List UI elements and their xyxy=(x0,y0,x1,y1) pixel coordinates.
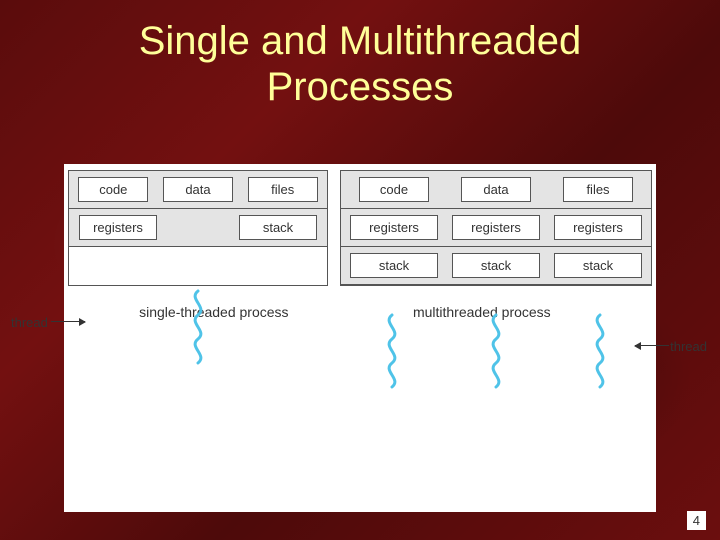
multi-shared-row: code data files xyxy=(341,171,651,209)
multi-registers-3: registers xyxy=(554,215,642,240)
single-thread-area: thread xyxy=(69,247,327,285)
thread-squiggle-icon xyxy=(184,289,212,367)
title-line-1: Single and Multithreaded xyxy=(139,19,582,63)
multi-code-box: code xyxy=(359,177,429,202)
single-code-box: code xyxy=(78,177,148,202)
single-regstack-row: registers stack xyxy=(69,209,327,247)
multi-stack-3: stack xyxy=(554,253,642,278)
thread-squiggle-icon xyxy=(482,313,510,391)
single-thread-label: thread xyxy=(11,315,48,330)
multi-registers-1: registers xyxy=(350,215,438,240)
multi-registers-2: registers xyxy=(452,215,540,240)
diagram-figure: code data files registers stack thread xyxy=(64,164,656,512)
multi-files-box: files xyxy=(563,177,633,202)
panels-row: code data files registers stack thread xyxy=(64,164,656,286)
caption-row: single-threaded process multithreaded pr… xyxy=(64,304,656,320)
multi-registers-row: registers registers registers xyxy=(341,209,651,247)
title-line-2: Processes xyxy=(267,65,454,109)
multi-stacks-row: stack stack stack xyxy=(341,247,651,285)
multi-thread-label: thread xyxy=(670,339,707,354)
single-files-box: files xyxy=(248,177,318,202)
single-stack-box: stack xyxy=(239,215,317,240)
slide-title: Single and Multithreaded Processes xyxy=(0,0,720,110)
single-threaded-panel: code data files registers stack thread xyxy=(68,170,328,286)
single-caption: single-threaded process xyxy=(92,304,336,320)
arrow-icon xyxy=(51,321,85,322)
thread-squiggle-icon xyxy=(586,313,614,391)
multithreaded-panel: code data files registers registers regi… xyxy=(340,170,652,286)
arrow-icon xyxy=(635,345,669,346)
multi-stack-2: stack xyxy=(452,253,540,278)
multi-data-box: data xyxy=(461,177,531,202)
single-shared-row: code data files xyxy=(69,171,327,209)
single-thread-col: thread xyxy=(69,247,327,285)
page-number: 4 xyxy=(687,511,706,530)
thread-squiggle-icon xyxy=(378,313,406,391)
single-registers-box: registers xyxy=(79,215,157,240)
single-data-box: data xyxy=(163,177,233,202)
multi-stack-1: stack xyxy=(350,253,438,278)
